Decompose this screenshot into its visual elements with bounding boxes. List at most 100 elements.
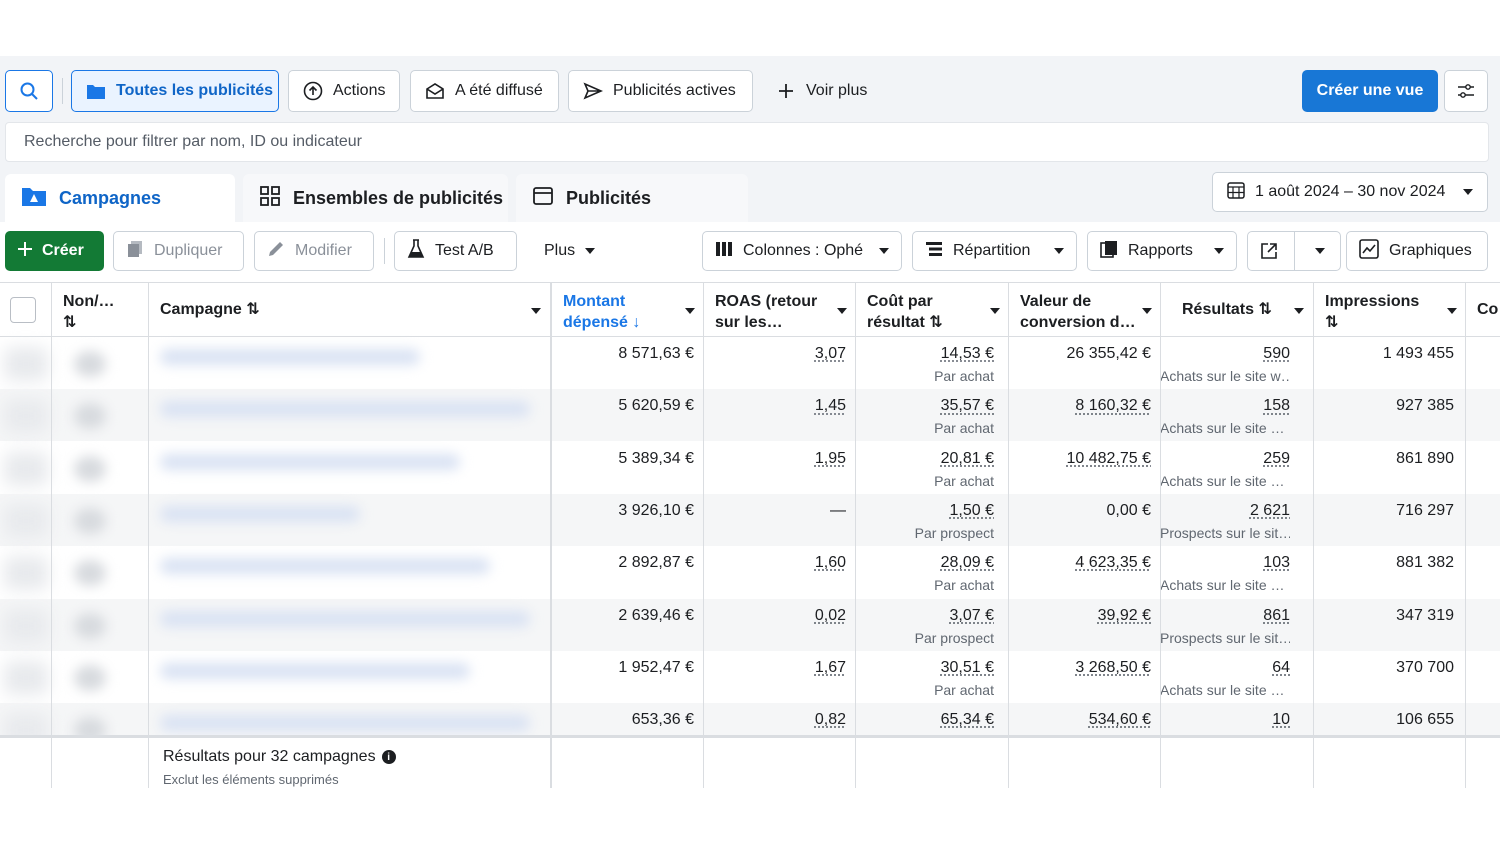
filter-active-ads-label: Publicités actives: [613, 82, 736, 99]
row-checkbox-redacted[interactable]: [4, 660, 48, 695]
arrow-down-icon: ↓: [627, 314, 641, 331]
cell-results: 10: [1160, 711, 1290, 729]
table-row[interactable]: 1 952,47 € 1,67 30,51 € Par achat 3 268,50 €…: [0, 651, 1500, 703]
more-dropdown[interactable]: Plus: [532, 231, 612, 271]
row-checkbox-redacted[interactable]: [4, 503, 48, 538]
column-header-campaign[interactable]: Campagne ⇅: [148, 283, 551, 337]
campaign-name-redacted[interactable]: [160, 715, 530, 732]
toggle-redacted[interactable]: [74, 664, 106, 691]
row-checkbox-redacted[interactable]: [4, 556, 48, 591]
filter-all-ads-label: Toutes les publicités: [116, 82, 274, 99]
breakdown-dropdown[interactable]: Répartition: [912, 231, 1077, 271]
sort-icon: ⇅: [246, 301, 260, 318]
tab-ads[interactable]: Publicités: [516, 174, 748, 222]
column-cpr-label-line1: Coût par: [867, 293, 933, 310]
cell-roas: 1,67: [815, 659, 846, 677]
campaign-name-redacted[interactable]: [160, 558, 490, 575]
search-input[interactable]: Recherche pour filtrer par nom, ID ou in…: [5, 122, 1489, 162]
create-view-button[interactable]: Créer une vue: [1302, 70, 1438, 112]
create-button[interactable]: Créer: [5, 231, 104, 271]
results-subtext: Achats sur le site w…: [1160, 368, 1290, 384]
campaign-name-redacted[interactable]: [160, 401, 530, 418]
row-checkbox-redacted[interactable]: [4, 608, 48, 643]
folder-icon: [86, 81, 106, 101]
toggle-redacted[interactable]: [74, 455, 106, 482]
cell-roas: 3,07: [815, 345, 846, 363]
cell-conversion-value: 10 482,75 €: [1066, 450, 1151, 468]
export-button[interactable]: [1247, 231, 1341, 271]
toggle-redacted[interactable]: [74, 351, 106, 377]
top-toolbar: Toutes les publicités Actions A été diff…: [0, 56, 1500, 122]
spent-value: 1 952,47 €: [618, 658, 694, 676]
footer-subtitle: Exclut les éléments supprimés: [163, 772, 339, 787]
see-more-button[interactable]: Voir plus: [762, 70, 882, 112]
roas-value: 1,95: [814, 449, 846, 467]
chevron-down-icon: [1314, 248, 1325, 254]
table-row[interactable]: 5 620,59 € 1,45 35,57 € Par achat 8 160,32 €…: [0, 389, 1500, 442]
toggle-redacted[interactable]: [74, 403, 106, 430]
table-row[interactable]: 3 926,10 € — 1,50 € Par prospect 0,00 € 2 621…: [0, 493, 1500, 546]
campaign-name-redacted[interactable]: [160, 610, 530, 627]
ab-test-button[interactable]: Test A/B: [394, 231, 517, 271]
column-header-cost-per-result[interactable]: Coût par résultat ⇅: [855, 283, 1008, 337]
toggle-redacted[interactable]: [74, 560, 106, 587]
column-divider: [550, 283, 552, 788]
table-row[interactable]: 5 389,34 € 1,95 20,81 € Par achat 10 482,75 …: [0, 442, 1500, 494]
column-header-results[interactable]: Résultats ⇅: [1160, 283, 1312, 337]
tab-ad-sets[interactable]: Ensembles de publicités: [243, 174, 508, 222]
charts-label: Graphiques: [1389, 242, 1472, 259]
row-checkbox-redacted[interactable]: [4, 451, 48, 486]
conv-value: 8 160,32 €: [1075, 397, 1151, 415]
breakdown-icon: [925, 241, 943, 262]
duplicate-label: Dupliquer: [154, 242, 223, 259]
column-header-impressions[interactable]: Impressions ⇅: [1313, 283, 1465, 337]
spent-value: 8 571,63 €: [618, 345, 694, 362]
edit-button[interactable]: Modifier: [254, 231, 374, 271]
campaign-name-redacted[interactable]: [160, 453, 460, 470]
tab-campaigns[interactable]: Campagnes: [5, 174, 235, 222]
toggle-redacted[interactable]: [74, 507, 106, 534]
columns-icon: [715, 241, 733, 262]
row-checkbox-redacted[interactable]: [4, 399, 48, 434]
campaign-name-redacted[interactable]: [160, 349, 420, 365]
filter-active-ads[interactable]: Publicités actives: [568, 70, 753, 112]
column-cpr-label-line2: résultat: [867, 314, 925, 331]
column-header-spent[interactable]: Montant dépensé ↓: [551, 283, 703, 337]
table-row[interactable]: 2 639,46 € 0,02 3,07 € Par prospect 39,92 € 8…: [0, 598, 1500, 651]
column-roas-label-line1: ROAS (retour: [715, 293, 818, 310]
column-header-next[interactable]: Co: [1465, 283, 1500, 337]
sliders-icon: [1456, 81, 1476, 101]
column-divider: [148, 283, 149, 788]
column-header-conversion-value[interactable]: Valeur de conversion d…: [1008, 283, 1160, 337]
table-row[interactable]: 2 892,87 € 1,60 28,09 € Par achat 4 623,35 €…: [0, 546, 1500, 598]
columns-dropdown[interactable]: Colonnes : Ophé: [702, 231, 902, 271]
plus-icon: [776, 81, 796, 101]
view-settings-button[interactable]: [1444, 70, 1488, 112]
results-subtext: Achats sur le site …: [1160, 681, 1285, 698]
export-dropdown[interactable]: [1299, 248, 1340, 254]
reports-dropdown[interactable]: Rapports: [1087, 231, 1237, 271]
conv-value: 3 268,50 €: [1075, 658, 1151, 676]
duplicate-button[interactable]: Dupliquer: [113, 231, 244, 271]
filter-actions[interactable]: Actions: [288, 70, 400, 112]
date-range-picker[interactable]: 1 août 2024 – 30 nov 2024: [1212, 172, 1488, 212]
select-all-checkbox[interactable]: [10, 297, 36, 323]
table-row[interactable]: 8 571,63 € 3,07 14,53 € Par achat 26 355,42 …: [0, 337, 1500, 389]
conv-value: 39,92 €: [1097, 606, 1151, 624]
search-button[interactable]: [5, 70, 53, 112]
see-more-label: Voir plus: [806, 82, 868, 99]
filter-all-ads[interactable]: Toutes les publicités: [71, 70, 279, 112]
column-header-roas[interactable]: ROAS (retour sur les…: [703, 283, 855, 337]
table-footer: Résultats pour 32 campagnes i Exclut les…: [0, 735, 1500, 788]
chevron-down-icon: [837, 308, 847, 314]
cell-impressions: 370 700: [1396, 659, 1454, 677]
charts-button[interactable]: Graphiques: [1346, 231, 1488, 271]
campaign-name-redacted[interactable]: [160, 662, 470, 679]
filter-delivered[interactable]: A été diffusé: [410, 70, 559, 112]
toggle-redacted[interactable]: [74, 612, 106, 639]
row-checkbox-redacted[interactable]: [4, 347, 48, 381]
info-icon[interactable]: i: [381, 750, 396, 764]
campaign-name-redacted[interactable]: [160, 505, 360, 522]
column-header-onoff[interactable]: Non/… ⇅: [51, 283, 148, 337]
results-subtext: Achats sur le site …: [1160, 420, 1285, 437]
